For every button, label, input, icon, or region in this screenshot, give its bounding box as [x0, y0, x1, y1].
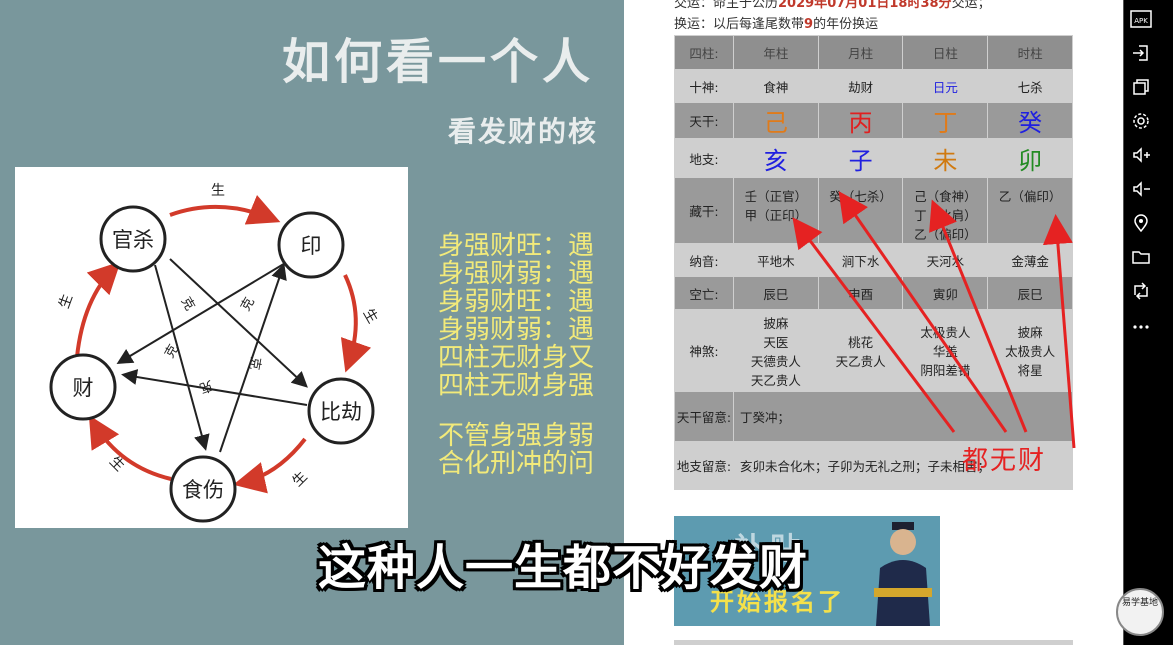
rule-line: 身强财弱：遇: [438, 259, 595, 289]
ke-arrow: [169, 258, 308, 388]
sheng-label: 生: [290, 469, 311, 490]
node-label: 比劫: [320, 400, 362, 424]
rule-line: 四柱无财身又: [438, 343, 595, 373]
node-bijie: 比劫: [307, 377, 375, 445]
ke-label: 克: [246, 356, 263, 371]
ke-label: 克: [178, 295, 197, 314]
settings-icon[interactable]: [1124, 106, 1158, 136]
node-shishang: 食伤: [169, 455, 237, 523]
video-caption: 这种人一生都不好发财: [318, 540, 809, 596]
apk-icon[interactable]: APK: [1124, 4, 1158, 34]
node-label: 财: [73, 376, 94, 400]
five-elements-diagram: 生 生 生 生 生 克 克 克 克 克 官杀 印 比劫 食伤 财: [15, 167, 408, 528]
volume-up-icon[interactable]: [1124, 140, 1158, 170]
import-icon[interactable]: [1124, 38, 1158, 68]
location-icon[interactable]: [1124, 208, 1158, 238]
svg-text:APK: APK: [1134, 17, 1148, 25]
node-label: 食伤: [182, 478, 224, 502]
rule-line: 身弱财旺：遇: [438, 287, 595, 317]
slide-title: 如何看一个人: [282, 34, 595, 90]
rule-line: 身弱财弱：遇: [438, 315, 595, 345]
emulator-toolbar: APK: [1124, 0, 1173, 645]
slide-subtitle: 看发财的核: [448, 115, 599, 148]
ke-arrow: [121, 369, 308, 406]
sheng-label: 生: [211, 183, 225, 199]
channel-seal-logo: 易学基地: [1116, 588, 1164, 636]
ke-arrow: [154, 264, 210, 451]
rule-line: 身强财旺：遇: [438, 231, 595, 261]
sheng-arrow: [340, 274, 372, 373]
node-cai: 财: [49, 353, 117, 421]
ke-arrow: [116, 261, 288, 365]
rule-line: 四柱无财身强: [438, 371, 595, 401]
volume-down-icon[interactable]: [1124, 174, 1158, 204]
sheng-label: 生: [56, 292, 76, 311]
person-figure: [874, 522, 932, 626]
node-label: 官杀: [112, 228, 154, 252]
folder-icon[interactable]: [1124, 242, 1158, 272]
rule-line: 不管身强身弱: [438, 421, 595, 451]
annotation-text: 都无财: [962, 446, 1047, 476]
ke-label: 克: [162, 342, 181, 361]
node-label: 印: [301, 234, 322, 258]
rule-line: 合化刑冲的问: [438, 449, 595, 479]
node-guansha: 官杀: [99, 205, 167, 273]
sheng-arrow: [75, 261, 121, 358]
red-arrow: [1042, 214, 1076, 449]
ke-label: 克: [197, 377, 214, 396]
table-bottom-strip: [674, 640, 1073, 645]
sheng-arrow: [169, 195, 281, 225]
five-elements-svg: 生 生 生 生 生 克 克 克 克 克 官杀 印 比劫 食伤 财: [49, 183, 381, 523]
red-arrow: [792, 217, 956, 433]
rotate-icon[interactable]: [1124, 276, 1158, 306]
sheng-arrow: [88, 415, 172, 481]
sheng-label: 生: [360, 306, 381, 326]
ke-label: 克: [238, 295, 257, 314]
windows-icon[interactable]: [1124, 72, 1158, 102]
slide-rules: 身强财旺：遇 身强财弱：遇 身弱财旺：遇 身弱财弱：遇 四柱无财身又 四柱无财身…: [438, 232, 594, 478]
red-arrow: [929, 199, 1028, 433]
node-yin: 印: [277, 211, 345, 279]
more-icon[interactable]: [1124, 312, 1158, 342]
